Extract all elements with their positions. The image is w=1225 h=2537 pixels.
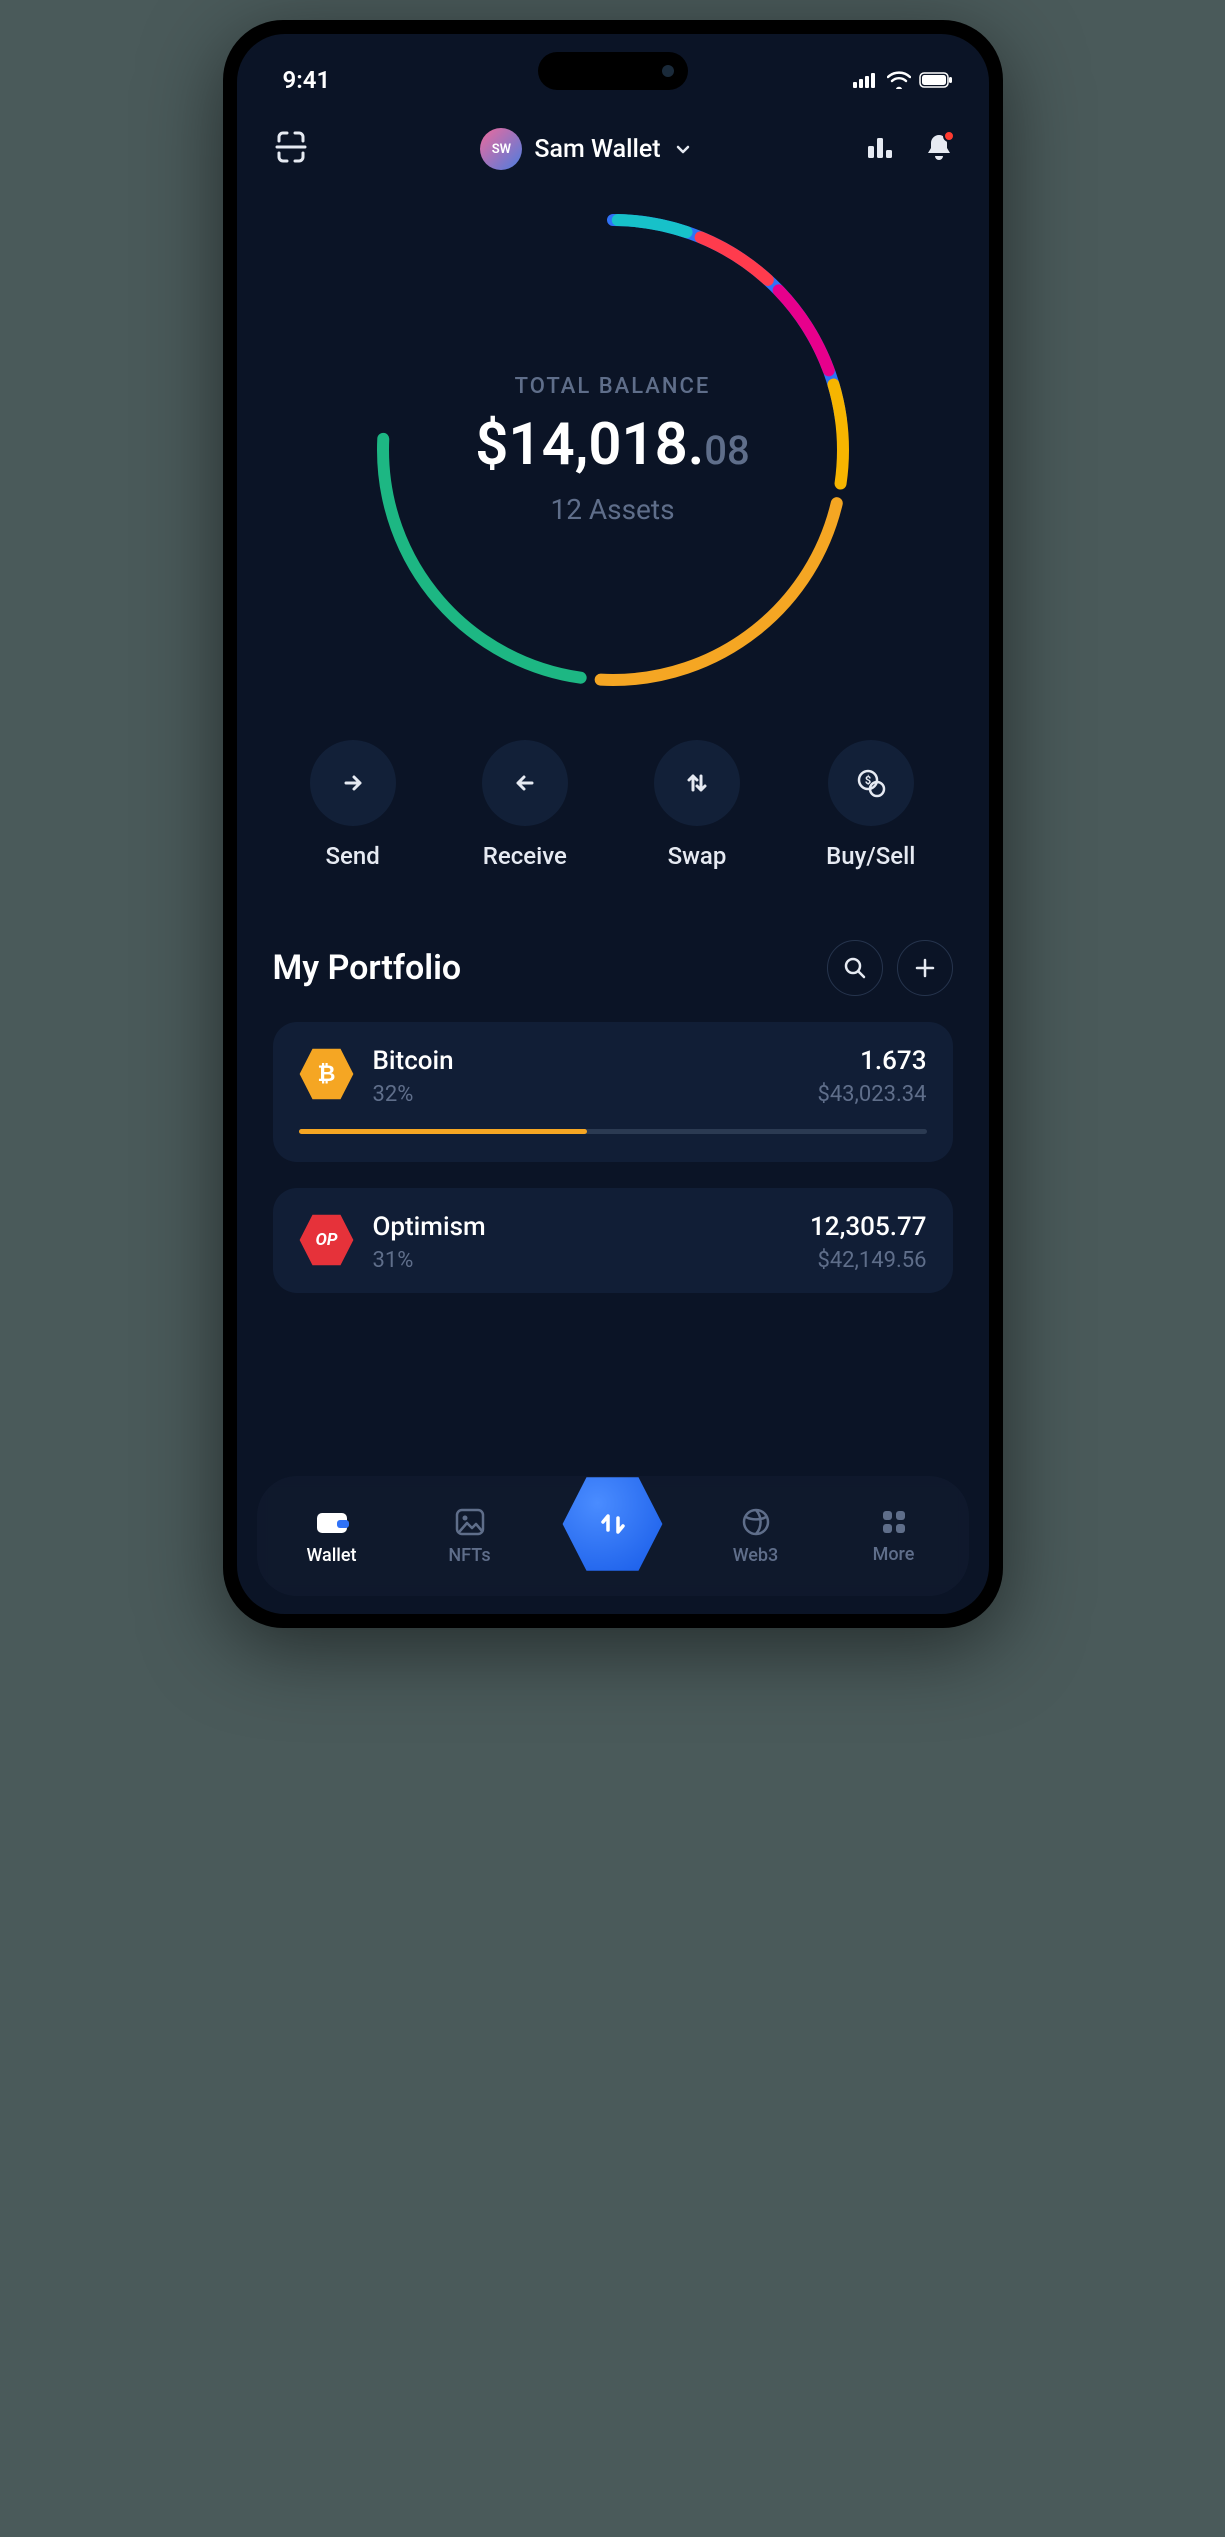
asset-bar-track	[299, 1129, 927, 1134]
swap-icon	[682, 768, 712, 798]
wallet-avatar: SW	[480, 128, 522, 170]
swap-action[interactable]: Swap	[654, 740, 740, 870]
bottom-nav: Wallet NFTs Web3 More	[257, 1476, 969, 1596]
portfolio-actions	[827, 940, 953, 996]
status-time: 9:41	[283, 66, 331, 94]
add-button[interactable]	[897, 940, 953, 996]
bar-chart-icon	[865, 132, 895, 162]
action-row: Send Receive Swap $ Buy/Sell	[237, 700, 989, 870]
asset-amount: 1.673	[817, 1046, 926, 1076]
donut-chart	[363, 200, 863, 700]
cellular-icon	[853, 72, 879, 88]
nav-wallet-label: Wallet	[306, 1545, 356, 1566]
arrow-left-icon	[510, 768, 540, 798]
optimism-icon-glyph: OP	[315, 1230, 337, 1250]
swap-hex-icon	[561, 1472, 665, 1576]
battery-icon	[919, 72, 953, 88]
swap-icon-circle	[654, 740, 740, 826]
plus-icon	[913, 956, 937, 980]
portfolio-header: My Portfolio	[273, 940, 953, 996]
dynamic-island	[538, 52, 688, 90]
nav-web3[interactable]: Web3	[706, 1507, 806, 1566]
phone-frame: 9:41 SW Sam Wallet	[223, 20, 1003, 1628]
stats-button[interactable]	[865, 132, 895, 166]
status-indicators	[853, 71, 953, 89]
coins-icon: $	[855, 767, 887, 799]
nav-web3-label: Web3	[733, 1545, 779, 1566]
nav-nfts-label: NFTs	[448, 1545, 490, 1566]
asset-value: $42,149.56	[810, 1248, 926, 1273]
asset-card-optimism[interactable]: OP Optimism 31% 12,305.77 $42,149.56	[273, 1188, 953, 1293]
chevron-down-icon	[673, 139, 693, 159]
buysell-label: Buy/Sell	[826, 842, 915, 870]
asset-pct: 32%	[373, 1082, 800, 1107]
scan-button[interactable]	[273, 129, 309, 169]
nav-more[interactable]: More	[844, 1508, 944, 1565]
optimism-icon: OP	[299, 1212, 355, 1268]
send-icon-circle	[310, 740, 396, 826]
nav-center-button[interactable]	[558, 1469, 668, 1579]
swap-label: Swap	[668, 842, 727, 870]
receive-action[interactable]: Receive	[482, 740, 568, 870]
asset-pct: 31%	[373, 1248, 793, 1273]
globe-icon	[741, 1507, 771, 1537]
screen: 9:41 SW Sam Wallet	[237, 34, 989, 1614]
wallet-name: Sam Wallet	[534, 135, 660, 164]
buysell-icon-circle: $	[828, 740, 914, 826]
send-action[interactable]: Send	[310, 740, 396, 870]
asset-name: Bitcoin	[373, 1046, 800, 1076]
buysell-action[interactable]: $ Buy/Sell	[826, 740, 915, 870]
wallet-selector[interactable]: SW Sam Wallet	[480, 128, 692, 170]
asset-name: Optimism	[373, 1212, 793, 1242]
notification-dot	[943, 130, 955, 142]
header-right	[865, 132, 953, 166]
send-label: Send	[325, 842, 379, 870]
notifications-button[interactable]	[925, 132, 953, 166]
balance-donut: TOTAL BALANCE $14,018.08 12 Assets	[363, 200, 863, 700]
bitcoin-icon-glyph: ₿	[318, 1061, 336, 1087]
arrow-right-icon	[338, 768, 368, 798]
search-icon	[843, 956, 867, 980]
wallet-icon	[315, 1507, 349, 1537]
grid-icon	[880, 1508, 908, 1536]
portfolio-title: My Portfolio	[273, 948, 462, 988]
search-button[interactable]	[827, 940, 883, 996]
image-icon	[454, 1507, 486, 1537]
receive-icon-circle	[482, 740, 568, 826]
asset-value: $43,023.34	[817, 1082, 926, 1107]
asset-amount: 12,305.77	[810, 1212, 926, 1242]
asset-bar-fill	[299, 1129, 588, 1134]
nav-wallet[interactable]: Wallet	[282, 1507, 382, 1566]
bitcoin-icon: ₿	[299, 1046, 355, 1102]
nav-nfts[interactable]: NFTs	[420, 1507, 520, 1566]
app-header: SW Sam Wallet	[237, 104, 989, 170]
wifi-icon	[887, 71, 911, 89]
asset-card-bitcoin[interactable]: ₿ Bitcoin 32% 1.673 $43,023.34	[273, 1022, 953, 1162]
portfolio-section: My Portfolio ₿ Bitcoin	[237, 870, 989, 1293]
nav-more-label: More	[873, 1544, 915, 1565]
receive-label: Receive	[483, 842, 567, 870]
